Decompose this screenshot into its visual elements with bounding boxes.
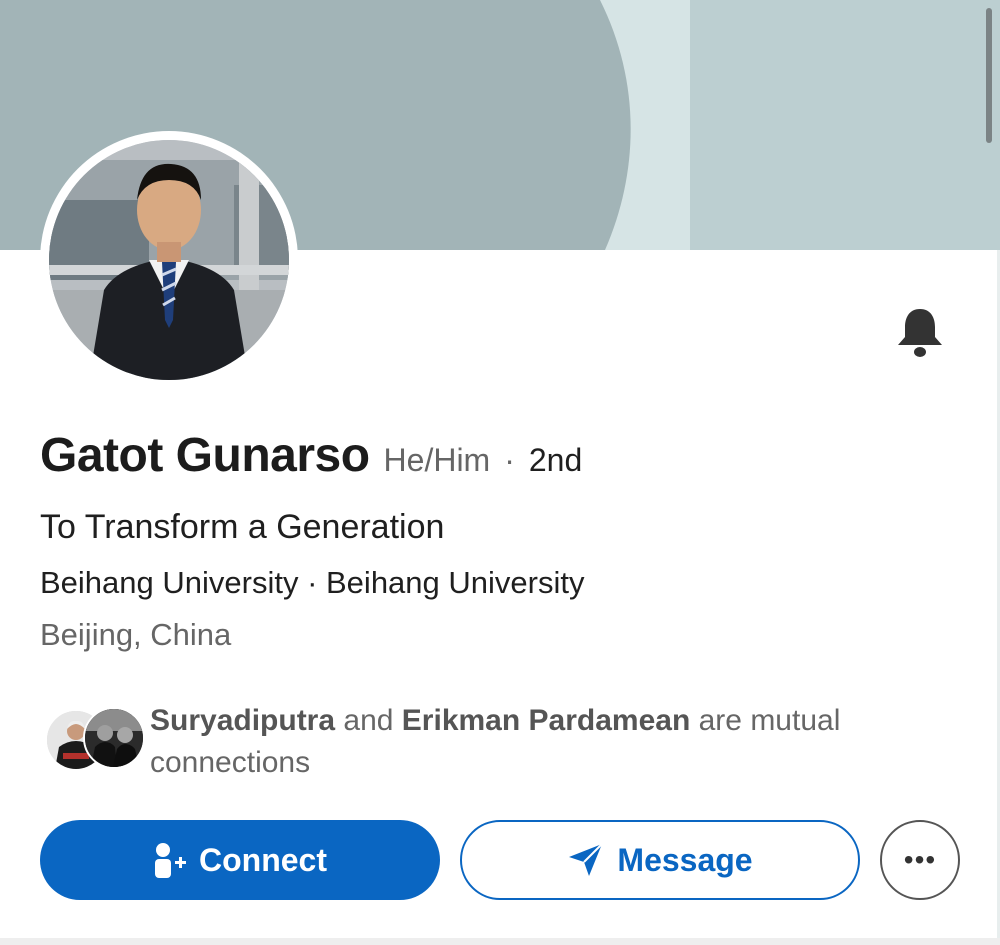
profile-name: Gatot Gunarso xyxy=(40,429,370,482)
notification-bell-button[interactable] xyxy=(893,305,947,359)
section-divider xyxy=(0,938,1000,945)
connection-degree: 2nd xyxy=(528,442,583,478)
mutual-person-1[interactable]: Suryadiputra xyxy=(150,704,335,737)
more-options-button[interactable]: ••• xyxy=(880,820,960,900)
add-person-icon xyxy=(155,843,186,878)
bell-icon xyxy=(898,309,942,357)
mutual-avatars xyxy=(45,707,145,771)
mutual-person-2[interactable]: Erikman Pardamean xyxy=(402,704,690,737)
pronouns: He/Him xyxy=(383,442,491,478)
message-label: Message xyxy=(617,841,753,878)
message-button[interactable]: Message xyxy=(460,820,860,900)
profile-photo-image xyxy=(49,140,289,380)
separator-dot: · xyxy=(504,442,515,478)
profile-photo[interactable] xyxy=(40,131,298,389)
name-row: Gatot Gunarso He/Him · 2nd xyxy=(40,428,582,483)
mutual-connector: and xyxy=(343,704,394,737)
profile-organization[interactable]: Beihang University · Beihang University xyxy=(40,565,584,601)
scrollbar[interactable] xyxy=(986,8,992,143)
profile-headline: To Transform a Generation xyxy=(40,508,445,546)
mutual-avatar-2 xyxy=(83,707,145,769)
connect-button[interactable]: Connect xyxy=(40,820,440,900)
mutual-connections-text: Suryadiputra and Erikman Pardamean are m… xyxy=(150,700,980,784)
send-icon xyxy=(569,843,604,876)
more-icon: ••• xyxy=(903,844,937,875)
profile-location: Beijing, China xyxy=(40,617,232,652)
connect-label: Connect xyxy=(199,841,327,878)
